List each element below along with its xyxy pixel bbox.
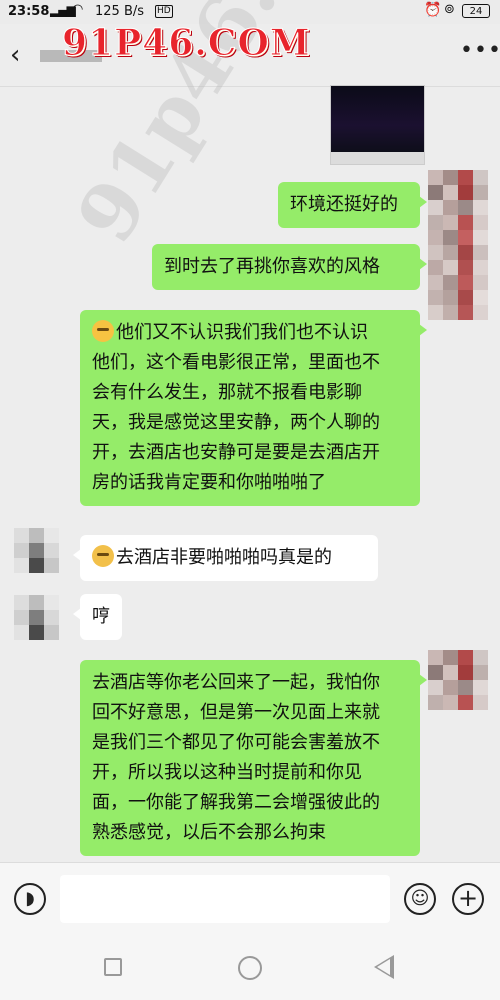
message-line: 会有什么发生，那就不报看电影聊 (92, 382, 362, 403)
recent-apps-icon[interactable] (104, 958, 122, 976)
image-caption-bar (331, 152, 424, 164)
back-triangle-icon[interactable] (374, 955, 394, 979)
my-avatar-pixelated-2[interactable] (428, 650, 488, 720)
message-bubble-sent[interactable]: 他们又不认识我们我们也不认识 他们，这个看电影很正常，里面也不 会有什么发生，那… (80, 310, 427, 506)
message-line: 开，去酒店也安静可是要是去酒店开 (92, 442, 380, 463)
message-line: 天，我是感觉这里安静，两个人聊的 (92, 412, 380, 433)
image-content (331, 86, 424, 152)
message-text: 去酒店非要啪啪啪吗真是的 (116, 547, 332, 568)
message-line: 房的话我肯定要和你啪啪啪了 (92, 472, 326, 493)
message-bubble-sent[interactable]: 去酒店等你老公回来了一起，我怕你 回不好意思，但是第一次见面上来就 是我们三个都… (80, 660, 427, 856)
message-line: 是我们三个都见了你可能会害羞放不 (92, 732, 380, 753)
more-options-icon[interactable]: ••• (460, 38, 500, 63)
message-line: 熟悉感觉，以后不会那么拘束 (92, 822, 326, 843)
message-line: 面，一你能了解我第二会增强彼此的 (92, 792, 380, 813)
message-line: 回不好意思，但是第一次见面上来就 (92, 702, 380, 723)
voice-input-icon[interactable]: ◗ (14, 883, 46, 915)
message-line: 去酒店等你老公回来了一起，我怕你 (92, 672, 380, 693)
sweat-face-emoji (92, 545, 114, 567)
chat-input-bar: ◗ ☺ + (0, 862, 500, 937)
message-line: 开，所以我以这种当时提前和你见 (92, 762, 362, 783)
message-bubble-sent[interactable]: 到时去了再挑你喜欢的风格 (152, 244, 427, 290)
shared-image-thumbnail[interactable] (330, 85, 425, 165)
site-watermark: 91P46.COM (62, 22, 311, 65)
message-bubble-received[interactable]: 去酒店非要啪啪啪吗真是的 (73, 535, 378, 581)
system-nav-bar (0, 936, 500, 1000)
message-bubble-received[interactable]: 哼 (73, 594, 122, 640)
message-text: 到时去了再挑你喜欢的风格 (164, 256, 380, 277)
message-line: 他们，这个看电影很正常，里面也不 (92, 352, 380, 373)
home-icon[interactable] (238, 956, 262, 980)
laughing-tears-emoji (92, 320, 114, 342)
add-attachment-icon[interactable]: + (452, 883, 484, 915)
contact-avatar-pixelated[interactable] (14, 528, 68, 582)
emoji-icon[interactable]: ☺ (404, 883, 436, 915)
alarm-icon: ⏰ (424, 2, 442, 18)
message-input[interactable] (60, 875, 390, 923)
status-time: 23:58 (8, 4, 50, 19)
back-arrow-icon[interactable]: ‹ (10, 40, 20, 70)
signal-icon: ▂▄▆ (50, 3, 76, 17)
hd-badge: HD (155, 5, 173, 18)
contact-avatar-pixelated-2[interactable] (14, 595, 68, 649)
wifi-icon: ◠ (72, 2, 84, 17)
network-speed: 125 B/s (95, 4, 145, 19)
message-text: 环境还挺好的 (290, 194, 398, 215)
message-bubble-sent[interactable]: 环境还挺好的 (278, 182, 427, 228)
my-avatar-pixelated[interactable] (428, 170, 488, 330)
message-line: 他们又不认识我们我们也不认识 (116, 322, 368, 343)
rotation-lock-icon: ⊚ (444, 2, 455, 17)
battery-icon: 24 (462, 4, 490, 18)
message-text: 哼 (92, 606, 110, 627)
